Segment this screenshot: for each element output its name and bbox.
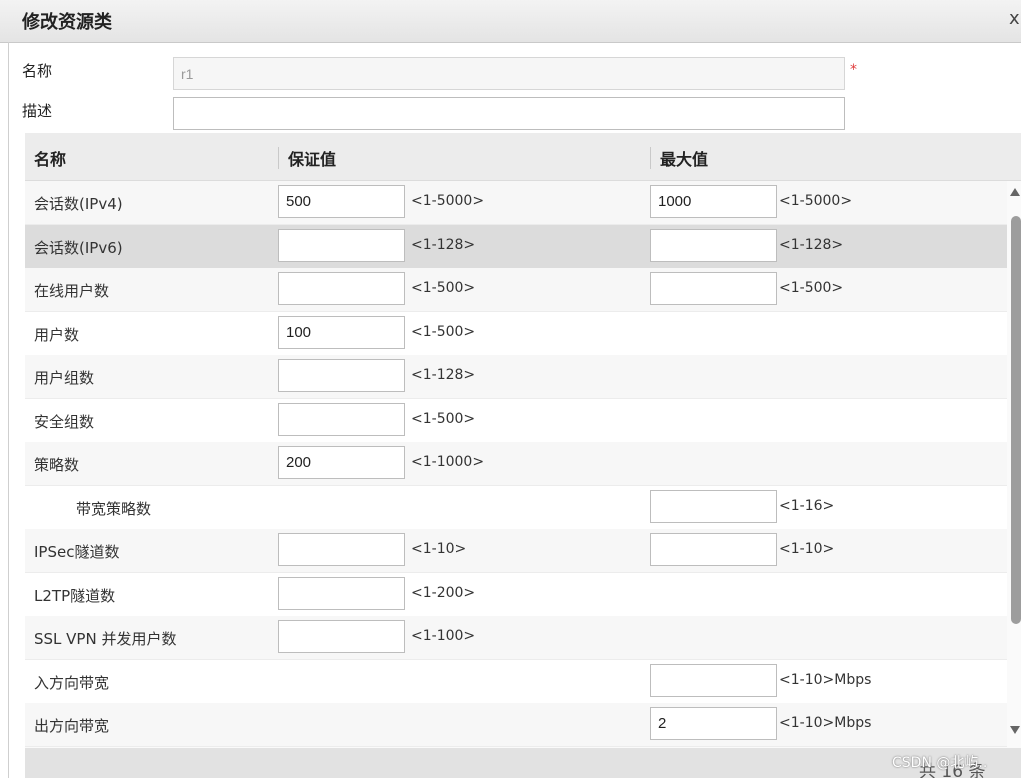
dialog-title: 修改资源类: [22, 12, 112, 33]
table-row[interactable]: 用户数 <1-500>: [25, 311, 1007, 356]
row-name: SSL VPN 并发用户数: [34, 630, 177, 648]
max-range-hint: <1-5000>: [779, 193, 853, 209]
table-row[interactable]: 会话数(IPv4) <1-5000> <1-5000>: [25, 181, 1007, 225]
scroll-down-arrow-icon[interactable]: [1010, 726, 1020, 734]
name-label: 名称: [22, 62, 53, 80]
max-range-hint: <1-10>Mbps: [779, 715, 872, 731]
table-scrollbar[interactable]: [1010, 178, 1021, 738]
scroll-up-arrow-icon[interactable]: [1010, 188, 1020, 196]
row-name: 在线用户数: [34, 282, 110, 300]
row-name: 安全组数: [34, 412, 95, 431]
guarantee-input[interactable]: [278, 533, 405, 566]
description-label: 描述: [22, 102, 53, 120]
guarantee-input[interactable]: [278, 446, 405, 479]
row-name: 会话数(IPv4): [34, 195, 123, 213]
row-name: 出方向带宽: [34, 717, 110, 735]
guarantee-range-hint: <1-500>: [411, 410, 476, 427]
table-header: 名称 保证值 最大值: [25, 133, 1021, 181]
guarantee-input[interactable]: [278, 359, 405, 392]
max-input[interactable]: [650, 707, 777, 740]
row-name: L2TP隧道数: [34, 586, 116, 605]
close-icon[interactable]: x: [1009, 8, 1021, 29]
max-range-hint: <1-10>: [779, 541, 835, 557]
table-row[interactable]: 安全组数 <1-500>: [25, 398, 1007, 443]
scrollbar-thumb[interactable]: [1011, 216, 1021, 624]
table-row[interactable]: IPSec隧道数 <1-10> <1-10>: [25, 529, 1007, 573]
max-range-hint: <1-500>: [779, 280, 844, 296]
required-mark: *: [850, 62, 857, 78]
table-row[interactable]: 入方向带宽 <1-10>Mbps: [25, 659, 1007, 704]
table-row[interactable]: 带宽策略数 <1-16>: [25, 485, 1007, 530]
table-row[interactable]: L2TP隧道数 <1-200>: [25, 572, 1007, 617]
column-divider: [650, 147, 651, 169]
column-header-name: 名称: [34, 150, 67, 169]
guarantee-input[interactable]: [278, 185, 405, 218]
guarantee-input[interactable]: [278, 272, 405, 305]
guarantee-range-hint: <1-10>: [411, 541, 467, 557]
max-range-hint: <1-128>: [779, 236, 844, 253]
guarantee-range-hint: <1-5000>: [411, 193, 485, 209]
name-field[interactable]: [173, 57, 845, 90]
column-header-guarantee: 保证值: [288, 150, 337, 169]
max-input[interactable]: [650, 185, 777, 218]
max-range-hint: <1-16>: [779, 497, 835, 514]
dialog-titlebar: 修改资源类 x: [0, 0, 1021, 43]
table-row[interactable]: 用户组数 <1-128>: [25, 355, 1007, 399]
row-name: 策略数: [34, 456, 80, 474]
table-row[interactable]: 出方向带宽 <1-10>Mbps: [25, 703, 1007, 747]
description-field[interactable]: [173, 97, 845, 130]
watermark: CSDN @北屿..: [892, 755, 988, 771]
guarantee-range-hint: <1-1000>: [411, 454, 485, 470]
row-name: 入方向带宽: [34, 673, 110, 692]
column-divider: [278, 147, 279, 169]
guarantee-range-hint: <1-500>: [411, 323, 476, 340]
guarantee-input[interactable]: [278, 228, 405, 262]
max-input[interactable]: [650, 663, 777, 697]
table-row[interactable]: 策略数 <1-1000>: [25, 442, 1007, 486]
guarantee-range-hint: <1-128>: [411, 236, 476, 253]
max-input[interactable]: [650, 533, 777, 566]
guarantee-input[interactable]: [278, 576, 405, 610]
guarantee-range-hint: <1-100>: [411, 628, 476, 644]
column-header-max: 最大值: [660, 150, 709, 169]
table-footer: 共 16 条 CSDN @北屿..: [25, 748, 1021, 778]
guarantee-range-hint: <1-128>: [411, 367, 476, 383]
guarantee-input[interactable]: [278, 315, 405, 349]
max-input[interactable]: [650, 228, 777, 262]
max-input[interactable]: [650, 272, 777, 305]
row-name: IPSec隧道数: [34, 543, 120, 561]
guarantee-input[interactable]: [278, 402, 405, 436]
table-row[interactable]: 会话数(IPv6) <1-128> <1-128>: [25, 224, 1007, 269]
max-input[interactable]: [650, 489, 777, 523]
row-name: 用户数: [34, 325, 80, 344]
row-name: 用户组数: [34, 369, 95, 387]
row-name: 带宽策略数: [76, 499, 152, 518]
resource-table: 名称 保证值 最大值 会话数(IPv4)<1-5000><1-5000>会话数(…: [25, 133, 1021, 778]
table-row[interactable]: 在线用户数 <1-500> <1-500>: [25, 268, 1007, 312]
row-name: 会话数(IPv6): [34, 238, 123, 257]
guarantee-range-hint: <1-500>: [411, 280, 476, 296]
guarantee-input[interactable]: [278, 620, 405, 653]
max-range-hint: <1-10>Mbps: [779, 671, 872, 688]
guarantee-range-hint: <1-200>: [411, 584, 476, 601]
table-row[interactable]: SSL VPN 并发用户数 <1-100>: [25, 616, 1007, 660]
